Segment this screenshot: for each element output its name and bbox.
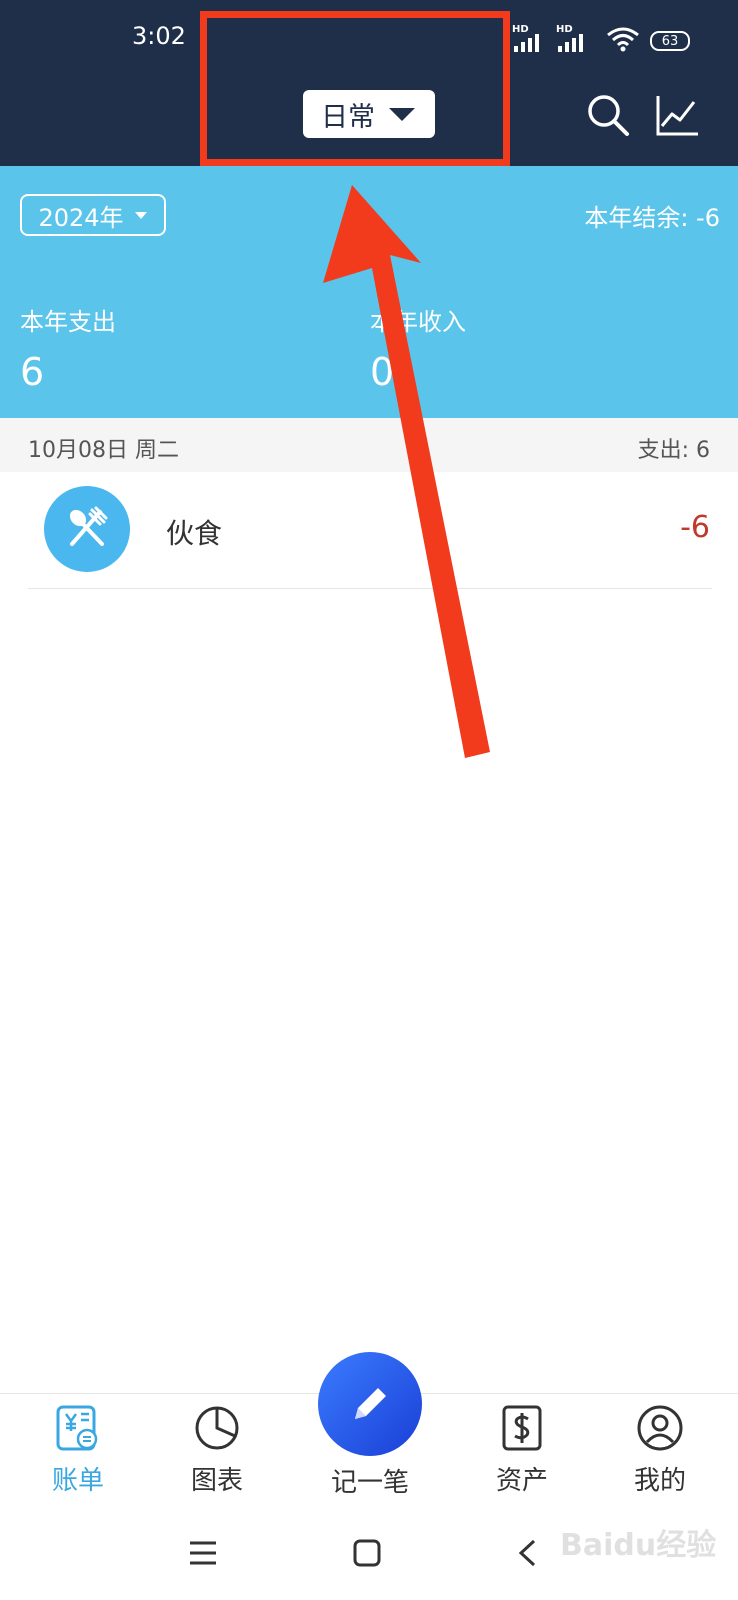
highlight-box	[200, 11, 510, 166]
trend-chart-icon[interactable]	[654, 92, 700, 138]
add-record-button[interactable]	[318, 1352, 422, 1456]
watermark: Baidu经验	[560, 1528, 717, 1563]
fork-spoon-icon	[44, 486, 130, 572]
nav-profile-label: 我的	[633, 1466, 686, 1496]
caret-down-icon	[134, 211, 147, 219]
expense-label: 本年支出	[20, 308, 116, 336]
nav-bill-label: 账单	[51, 1466, 104, 1496]
expense-value: 6	[20, 350, 45, 394]
battery-indicator: 63	[650, 31, 690, 51]
home-icon[interactable]	[352, 1538, 382, 1568]
divider	[28, 588, 712, 589]
menu-icon[interactable]	[188, 1540, 218, 1566]
year-label: 2024年	[38, 203, 124, 232]
income-label: 本年收入	[370, 308, 466, 336]
back-icon[interactable]	[516, 1538, 538, 1568]
record-category: 伙食	[166, 517, 223, 550]
year-balance: 本年结余: -6	[584, 204, 720, 232]
nav-add-label[interactable]: 记一笔	[312, 1462, 428, 1499]
nav-bill[interactable]: 账单	[28, 1404, 128, 1497]
pie-chart-icon	[195, 1406, 239, 1450]
wifi-icon	[607, 27, 639, 52]
nav-assets[interactable]: 资产	[472, 1404, 572, 1497]
year-selector[interactable]: 2024年	[20, 194, 166, 236]
nav-profile[interactable]: 我的	[610, 1404, 710, 1497]
nav-chart-label: 图表	[190, 1466, 243, 1496]
record-amount: -6	[680, 510, 710, 545]
day-total: 支出: 6	[637, 438, 710, 463]
signal-icon: HD	[512, 24, 548, 52]
income-value: 0	[370, 350, 395, 394]
dollar-icon	[502, 1405, 542, 1451]
status-time: 3:02	[132, 22, 186, 50]
pencil-icon	[355, 1388, 386, 1419]
day-date: 10月08日 周二	[28, 438, 179, 463]
nav-assets-label: 资产	[495, 1466, 548, 1496]
bill-icon	[56, 1405, 98, 1451]
signal-icon-2: HD	[556, 24, 592, 52]
search-icon[interactable]	[585, 92, 631, 138]
nav-chart[interactable]: 图表	[167, 1404, 267, 1497]
profile-icon	[637, 1405, 683, 1451]
